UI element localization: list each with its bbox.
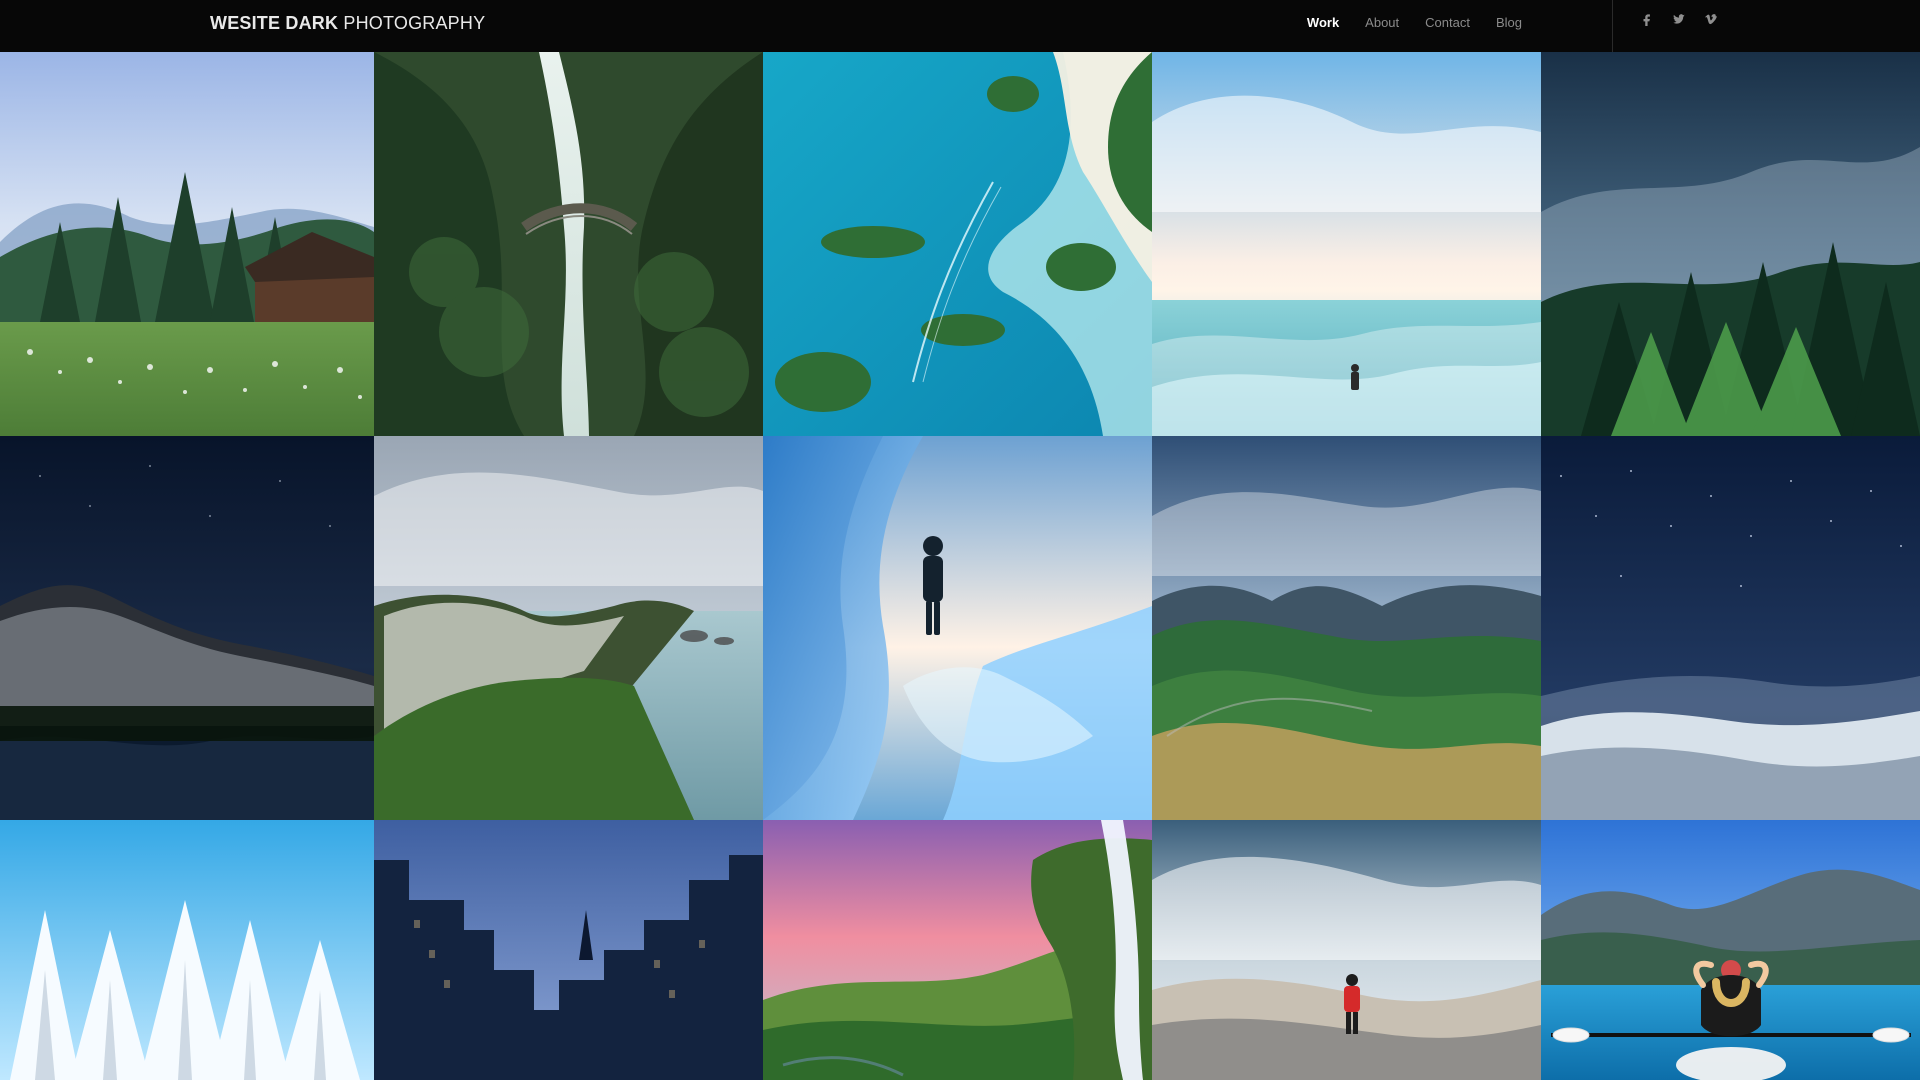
ice-cave-image <box>763 436 1152 820</box>
person-red-jacket-image <box>1152 820 1541 1080</box>
photo-tile-meadow-cabin[interactable] <box>0 52 374 436</box>
photo-tile-sunset-waterfall[interactable] <box>763 820 1152 1080</box>
photo-tile-person-in-sea[interactable] <box>1152 52 1541 436</box>
night-mountain-lake-image <box>0 436 374 820</box>
nav-divider <box>1612 0 1613 52</box>
main-nav: Work About Contact Blog <box>1307 15 1522 30</box>
photo-tile-city-skyline[interactable] <box>374 820 763 1080</box>
facebook-icon[interactable] <box>1640 12 1654 26</box>
brand-title-part2: PHOTOGRAPHY <box>338 13 486 33</box>
photo-tile-person-red-jacket[interactable] <box>1152 820 1541 1080</box>
snow-trees-image <box>0 820 374 1080</box>
photo-tile-snow-trees[interactable] <box>0 820 374 1080</box>
person-in-sea-image <box>1152 52 1541 436</box>
photo-tile-night-mountain-lake[interactable] <box>0 436 374 820</box>
city-skyline-image <box>374 820 763 1080</box>
social-links <box>1640 12 1718 26</box>
vimeo-icon[interactable] <box>1704 12 1718 26</box>
photo-tile-aerial-islands[interactable] <box>763 52 1152 436</box>
photo-grid <box>0 52 1920 1080</box>
photo-tile-misty-forest[interactable] <box>1541 52 1920 436</box>
nav-work[interactable]: Work <box>1307 15 1339 30</box>
brand-title-part1: WESITE DARK <box>210 13 339 33</box>
site-logo[interactable]: WESITE DARK PHOTOGRAPHY <box>210 13 485 34</box>
waterfall-bridge-image <box>374 52 763 436</box>
nav-blog[interactable]: Blog <box>1496 15 1522 30</box>
photo-tile-green-valley[interactable] <box>1152 436 1541 820</box>
aerial-islands-image <box>763 52 1152 436</box>
twitter-icon[interactable] <box>1672 12 1686 26</box>
starry-sky-image <box>1541 436 1920 820</box>
photo-tile-ice-cave[interactable] <box>763 436 1152 820</box>
sunset-waterfall-image <box>763 820 1152 1080</box>
misty-forest-image <box>1541 52 1920 436</box>
green-valley-image <box>1152 436 1541 820</box>
photo-tile-waterfall-bridge[interactable] <box>374 52 763 436</box>
kayaker-image <box>1541 820 1920 1080</box>
top-navigation-bar: WESITE DARK PHOTOGRAPHY Work About Conta… <box>0 0 1920 52</box>
photo-tile-starry-sky[interactable] <box>1541 436 1920 820</box>
meadow-cabin-image <box>0 52 374 436</box>
photo-tile-kayaker[interactable] <box>1541 820 1920 1080</box>
nav-about[interactable]: About <box>1365 15 1399 30</box>
photo-tile-coastal-cliffs[interactable] <box>374 436 763 820</box>
nav-contact[interactable]: Contact <box>1425 15 1470 30</box>
coastal-cliffs-image <box>374 436 763 820</box>
